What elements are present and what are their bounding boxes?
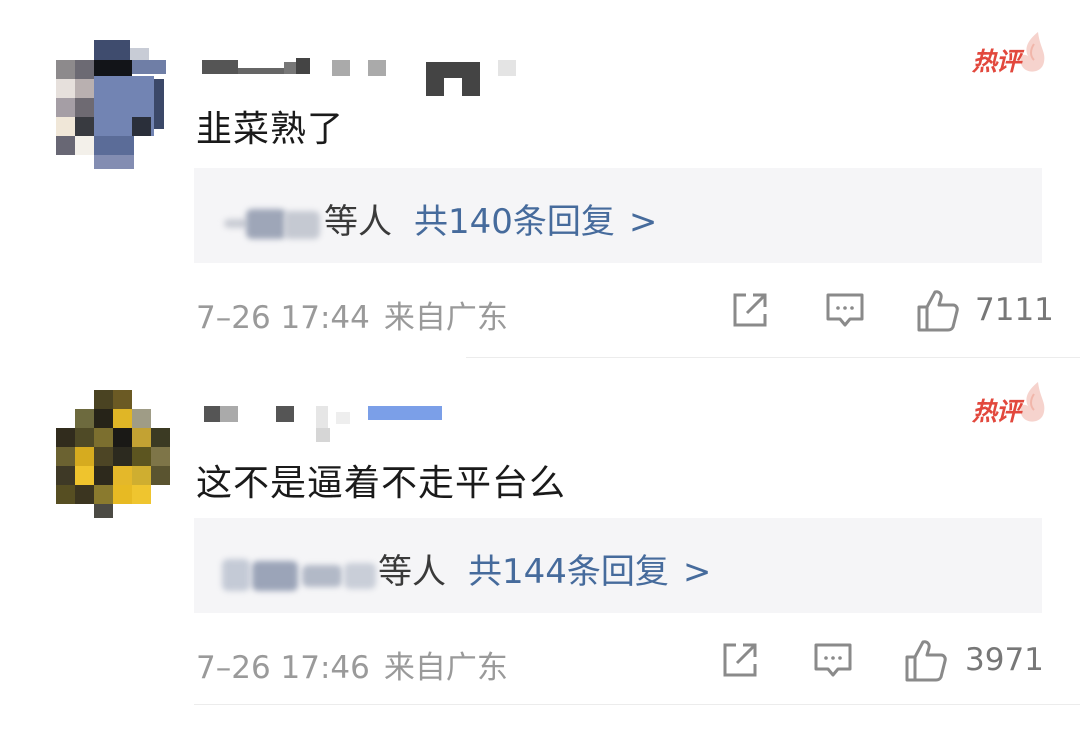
avatar[interactable] [56,390,170,520]
comment-text: 韭菜熟了 [196,109,345,150]
username-redacted[interactable] [200,406,530,446]
divider [194,704,1080,705]
hot-badge-label: 热评 [972,47,1021,76]
hot-badge-label: 热评 [972,397,1021,426]
reply-summary[interactable]: 等人 共140条回复 > [194,168,1042,263]
hot-comment-badge: 热评 [968,380,1046,426]
comment-item: 热评 韭菜熟了 等人 共140条回复 > 7–26 17:44 来自广东 7111 [0,0,1080,358]
reply-summary[interactable]: 等人 共144条回复 > [194,518,1042,613]
avatar[interactable] [56,40,168,170]
comment-meta: 7–26 17:46 来自广东 [196,642,508,687]
replier-others-label: 等人 [324,202,392,242]
like-count: 7111 [975,292,1054,328]
reply-count-link[interactable]: 共140条回复 [414,202,615,242]
comment-region: 来自广东 [383,650,508,686]
share-icon[interactable] [720,640,760,680]
like-count: 3971 [965,642,1044,678]
comment-timestamp: 7–26 17:44 [196,300,370,336]
comment-region: 来自广东 [383,300,508,336]
reply-count-link[interactable]: 共144条回复 [468,552,669,592]
thumbs-up-icon[interactable] [903,638,949,684]
chevron-right-icon[interactable]: > [683,552,712,592]
hot-comment-badge: 热评 [968,30,1046,76]
thumbs-up-icon[interactable] [915,288,961,334]
comment-timestamp: 7–26 17:46 [196,650,370,686]
replier-others-label: 等人 [378,552,446,592]
comment-meta: 7–26 17:44 来自广东 [196,292,508,337]
replier-names-redacted [224,207,324,241]
chevron-right-icon[interactable]: > [629,202,658,242]
share-icon[interactable] [730,290,770,330]
replier-names-redacted [222,557,378,591]
comment-text: 这不是逼着不走平台么 [196,463,567,504]
comment-icon[interactable] [813,642,853,680]
comment-item: 热评 这不是逼着不走平台么 等人 共144条回复 > 7–26 17:46 来自广东 … [0,358,1080,730]
username-redacted[interactable] [200,52,530,96]
comment-icon[interactable] [825,292,865,330]
